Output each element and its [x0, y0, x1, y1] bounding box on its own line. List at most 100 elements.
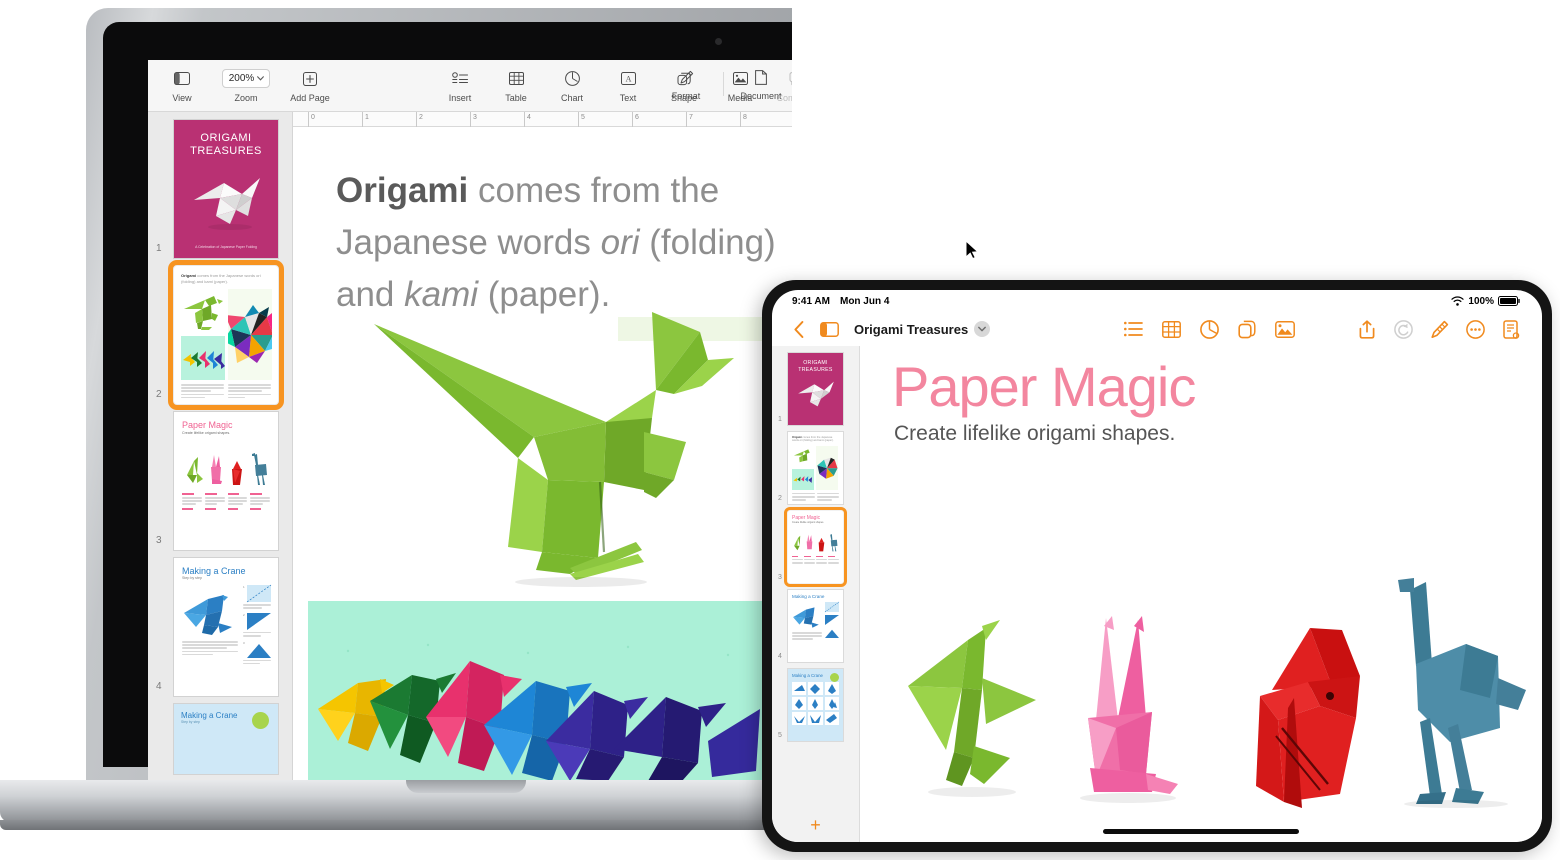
ruler-mark-6: 6	[635, 114, 639, 121]
more-icon[interactable]	[1460, 316, 1490, 342]
battery-icon	[1498, 296, 1520, 306]
sidebar-icon[interactable]	[814, 316, 844, 342]
blue-crane-thumb	[184, 595, 232, 635]
page-thumbnail-4[interactable]: Making a Crane Step by step 1 2 3	[174, 558, 278, 696]
green-dinosaur-image[interactable]	[356, 302, 736, 592]
zoom-control[interactable]: 200% Zoom	[218, 69, 274, 103]
wifi-icon	[1451, 296, 1465, 306]
list-item[interactable]: 1 ORIGAMI TREASURES	[148, 120, 292, 258]
ipad-thumbnail-5[interactable]: Making a Crane	[788, 669, 843, 741]
document-canvas[interactable]: Origami comes from the Japanese words or…	[308, 127, 792, 781]
figure-row	[182, 441, 270, 487]
status-date: Mon Jun 4	[839, 295, 890, 307]
back-chevron-icon[interactable]	[784, 316, 814, 342]
ruler-mark-0: 0	[311, 114, 315, 121]
ipad-thumbnail-1[interactable]: ORIGAMI TREASURES	[788, 353, 843, 425]
list-item[interactable]: 1 ORIGAMI TREASURES	[772, 353, 859, 425]
shape-icon[interactable]	[1232, 316, 1262, 342]
ipad-thumbnail-3[interactable]: Paper Magic Create lifelike origami shap…	[784, 507, 847, 587]
add-page-button[interactable]: Add Page	[290, 69, 330, 103]
thumb-number: 2	[778, 495, 782, 502]
teal-ostrich-thumb	[251, 453, 267, 485]
blue-crane-thumb	[793, 607, 819, 628]
cranes-thumb-image	[792, 468, 814, 490]
ruler-mark-3: 3	[473, 114, 477, 121]
green-crane-thumb	[794, 535, 801, 551]
insert-button[interactable]: Insert	[441, 69, 479, 103]
table-icon	[508, 69, 524, 89]
ipad-toolbar: Origami Treasures	[772, 312, 1542, 346]
list-item[interactable]: 5 Making a Crane	[772, 669, 859, 741]
list-item[interactable]: 3 Paper Magic Create lifelike origami sh…	[772, 507, 859, 587]
ipad-thumbnail-4[interactable]: Making a Crane	[788, 590, 843, 662]
ipad-document-canvas[interactable]: Paper Magic Create lifelike origami shap…	[860, 346, 1542, 842]
format-brush-icon[interactable]	[1424, 316, 1454, 342]
colorful-cranes-image[interactable]	[308, 631, 792, 781]
add-page-button[interactable]: +	[772, 815, 859, 836]
document-label: Document	[740, 91, 782, 101]
battery-percent: 100%	[1468, 295, 1494, 307]
chart-icon	[564, 69, 580, 89]
thumb-number: 3	[156, 535, 162, 546]
list-item[interactable]: 3 Paper Magic Create lifelike origami sh…	[148, 412, 292, 550]
thumb-number: 5	[778, 732, 782, 739]
chevron-down-icon	[257, 76, 265, 81]
table-icon[interactable]	[1156, 316, 1186, 342]
step-diagram-1	[824, 601, 840, 613]
list-icon[interactable]	[1118, 316, 1148, 342]
mac-toolbar: View 200% Zoom Add Page Insert Table Cha…	[148, 60, 792, 112]
pink-rabbit-thumb	[210, 455, 222, 484]
thumb-number: 4	[156, 681, 162, 692]
page-thumbnail-3[interactable]: Paper Magic Create lifelike origami shap…	[174, 412, 278, 550]
list-item[interactable]: 4 Making a Crane Step by step 1 2 3	[148, 558, 292, 696]
thumb-number: 3	[778, 574, 782, 581]
ruler-mark-8: 8	[743, 114, 747, 121]
share-icon[interactable]	[1352, 316, 1382, 342]
list-item[interactable]: 4 Making a Crane	[772, 590, 859, 662]
chart-icon[interactable]	[1194, 316, 1224, 342]
page-thumbnail-2[interactable]: Origami comes from the Japanese words or…	[168, 260, 284, 410]
step-diagram-2	[825, 615, 839, 625]
media-icon[interactable]	[1270, 316, 1300, 342]
origami-figures-image[interactable]	[890, 578, 1530, 808]
ipad-document-title[interactable]: Origami Treasures	[854, 322, 968, 337]
comment-icon	[789, 69, 792, 89]
ipad-thumbnail-2[interactable]: Origami comes from the Japanese words or…	[788, 432, 843, 504]
document-icon[interactable]	[1496, 316, 1526, 342]
insert-icon	[452, 69, 469, 89]
origami-crane-illustration	[194, 178, 260, 230]
red-fox-thumb	[231, 461, 242, 485]
document-button[interactable]: Document	[740, 67, 782, 101]
step-diagram-3	[825, 629, 839, 638]
step-diagram-1	[246, 584, 271, 603]
list-item[interactable]: 2 Origami comes from the Japanese words …	[772, 432, 859, 504]
thumb2-heading: Origami	[792, 436, 802, 439]
red-fox	[1256, 628, 1360, 808]
sidebar-icon	[174, 69, 190, 89]
page-thumbnail-list[interactable]: 1 ORIGAMI TREASURES A Celebration of Jap…	[148, 112, 293, 781]
list-item[interactable]: Making a Crane Step by step	[148, 704, 292, 774]
text-button[interactable]: A Text	[609, 69, 647, 103]
macbook-screen-bezel: View 200% Zoom Add Page Insert Table Cha…	[103, 22, 792, 781]
list-item[interactable]: 2 Origami comes from the Japanese words …	[148, 260, 292, 410]
thumb-number: 4	[778, 653, 782, 660]
macbook-foot	[0, 820, 880, 830]
ipad-main-body: 1 ORIGAMI TREASURES 2 Origami comes from…	[772, 346, 1542, 842]
page-thumbnail-1[interactable]: ORIGAMI TREASURES A Celebration of Japan…	[174, 120, 278, 258]
cover-subtitle: A Celebration of Japanese Paper Folding	[195, 245, 257, 249]
home-indicator	[1103, 829, 1299, 834]
thumb-number: 1	[778, 416, 782, 423]
chevron-down-icon[interactable]	[974, 321, 991, 337]
red-fox-thumb	[818, 537, 824, 552]
thumb-number: 2	[156, 389, 162, 400]
undo-icon[interactable]	[1388, 316, 1418, 342]
ipad-page-sidebar[interactable]: 1 ORIGAMI TREASURES 2 Origami comes from…	[772, 346, 860, 842]
page-thumbnail-5[interactable]: Making a Crane Step by step	[174, 704, 278, 774]
chart-button[interactable]: Chart	[553, 69, 591, 103]
thumb4-title: Making a Crane	[182, 566, 246, 576]
view-button[interactable]: View	[163, 69, 201, 103]
page-title: Origami comes from the Japanese words or…	[336, 165, 776, 321]
table-button[interactable]: Table	[497, 69, 535, 103]
format-button[interactable]: Format	[667, 67, 705, 101]
cover-title: ORIGAMI TREASURES	[190, 132, 262, 157]
